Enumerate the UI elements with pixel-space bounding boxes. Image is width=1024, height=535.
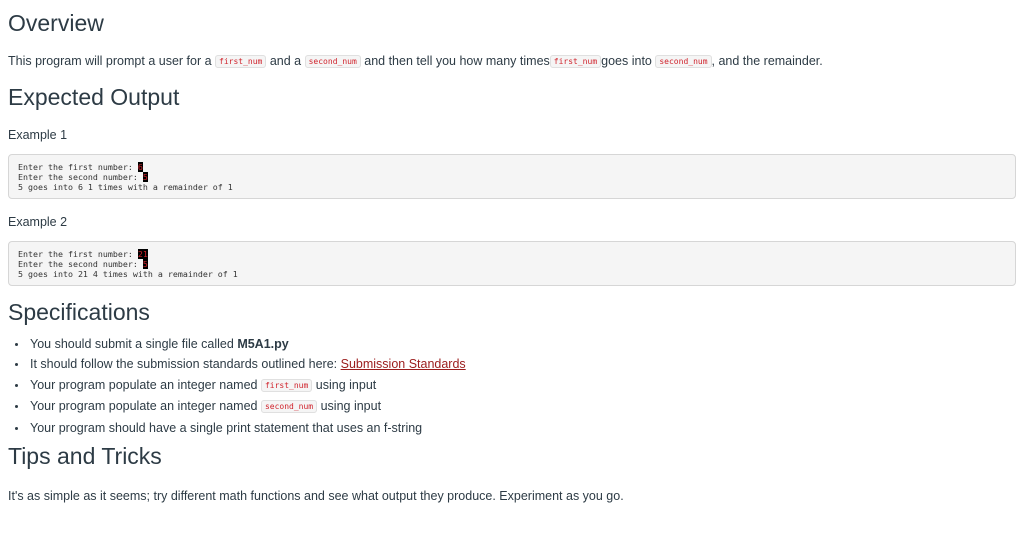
spec-1-text: You should submit a single file called <box>30 337 238 351</box>
overview-text-4: goes into <box>601 54 656 68</box>
tips-paragraph: It's as simple as it seems; try differen… <box>8 489 624 504</box>
list-item: Your program populate an integer named f… <box>28 375 1016 396</box>
example-1-prompt-1: Enter the first number: <box>18 162 138 172</box>
spec-3-suffix: using input <box>312 377 377 392</box>
overview-text-5: , and the remainder. <box>711 54 823 68</box>
specifications-heading: Specifications <box>8 299 150 325</box>
overview-paragraph: This program will prompt a user for a fi… <box>8 52 1016 71</box>
list-item: Your program populate an integer named s… <box>28 396 1016 417</box>
example-2-code-block: Enter the first number: 21 Enter the sec… <box>8 241 1016 286</box>
code-second-num: second_num <box>260 400 318 414</box>
example-2-prompt-1: Enter the first number: <box>18 249 138 259</box>
example-1-code-block: Enter the first number: 6 Enter the seco… <box>8 154 1016 199</box>
overview-heading: Overview <box>8 10 104 36</box>
example-1-input-1: 6 <box>137 162 143 172</box>
code-second-num: second_num <box>655 55 712 68</box>
spec-4-suffix: using input <box>317 399 382 414</box>
spec-5-text: Your program should have a single print … <box>30 420 423 435</box>
list-item: Your program should have a single print … <box>28 418 1016 438</box>
example-2-prompt-2: Enter the second number: <box>18 259 143 269</box>
overview-text-1: This program will prompt a user for a <box>8 54 216 68</box>
example-1-result: 5 goes into 6 1 times with a remainder o… <box>18 182 233 192</box>
example-2-input-1: 21 <box>137 249 148 259</box>
example-2-input-2: 5 <box>142 259 148 269</box>
spec-4-text: Your program populate an integer named <box>30 399 261 414</box>
example-1-label: Example 1 <box>8 128 68 142</box>
example-1-input-2: 5 <box>142 172 148 182</box>
example-1-prompt-2: Enter the second number: <box>18 172 143 182</box>
page-content: Overview This program will prompt a user… <box>0 0 1024 505</box>
example-2-result: 5 goes into 21 4 times with a remainder … <box>18 269 238 279</box>
code-second-num: second_num <box>304 55 361 68</box>
code-first-num: first_num <box>549 55 602 68</box>
overview-text-2: and a <box>266 54 305 68</box>
example-2-label: Example 2 <box>8 215 68 229</box>
specifications-list: You should submit a single file called M… <box>8 334 1016 438</box>
submission-standards-link[interactable]: Submission Standards <box>341 357 466 371</box>
spec-1-filename: M5A1.py <box>237 337 289 351</box>
spec-2-text: It should follow the submission standard… <box>30 357 341 372</box>
list-item: You should submit a single file called M… <box>28 334 1016 354</box>
code-first-num: first_num <box>215 55 267 68</box>
tips-heading: Tips and Tricks <box>8 443 162 470</box>
list-item: It should follow the submission standard… <box>28 354 1016 374</box>
code-first-num: first_num <box>260 378 313 392</box>
spec-3-text: Your program populate an integer named <box>30 377 261 392</box>
expected-output-heading: Expected Output <box>8 84 180 110</box>
overview-text-3: and then tell you how many times <box>360 54 550 68</box>
